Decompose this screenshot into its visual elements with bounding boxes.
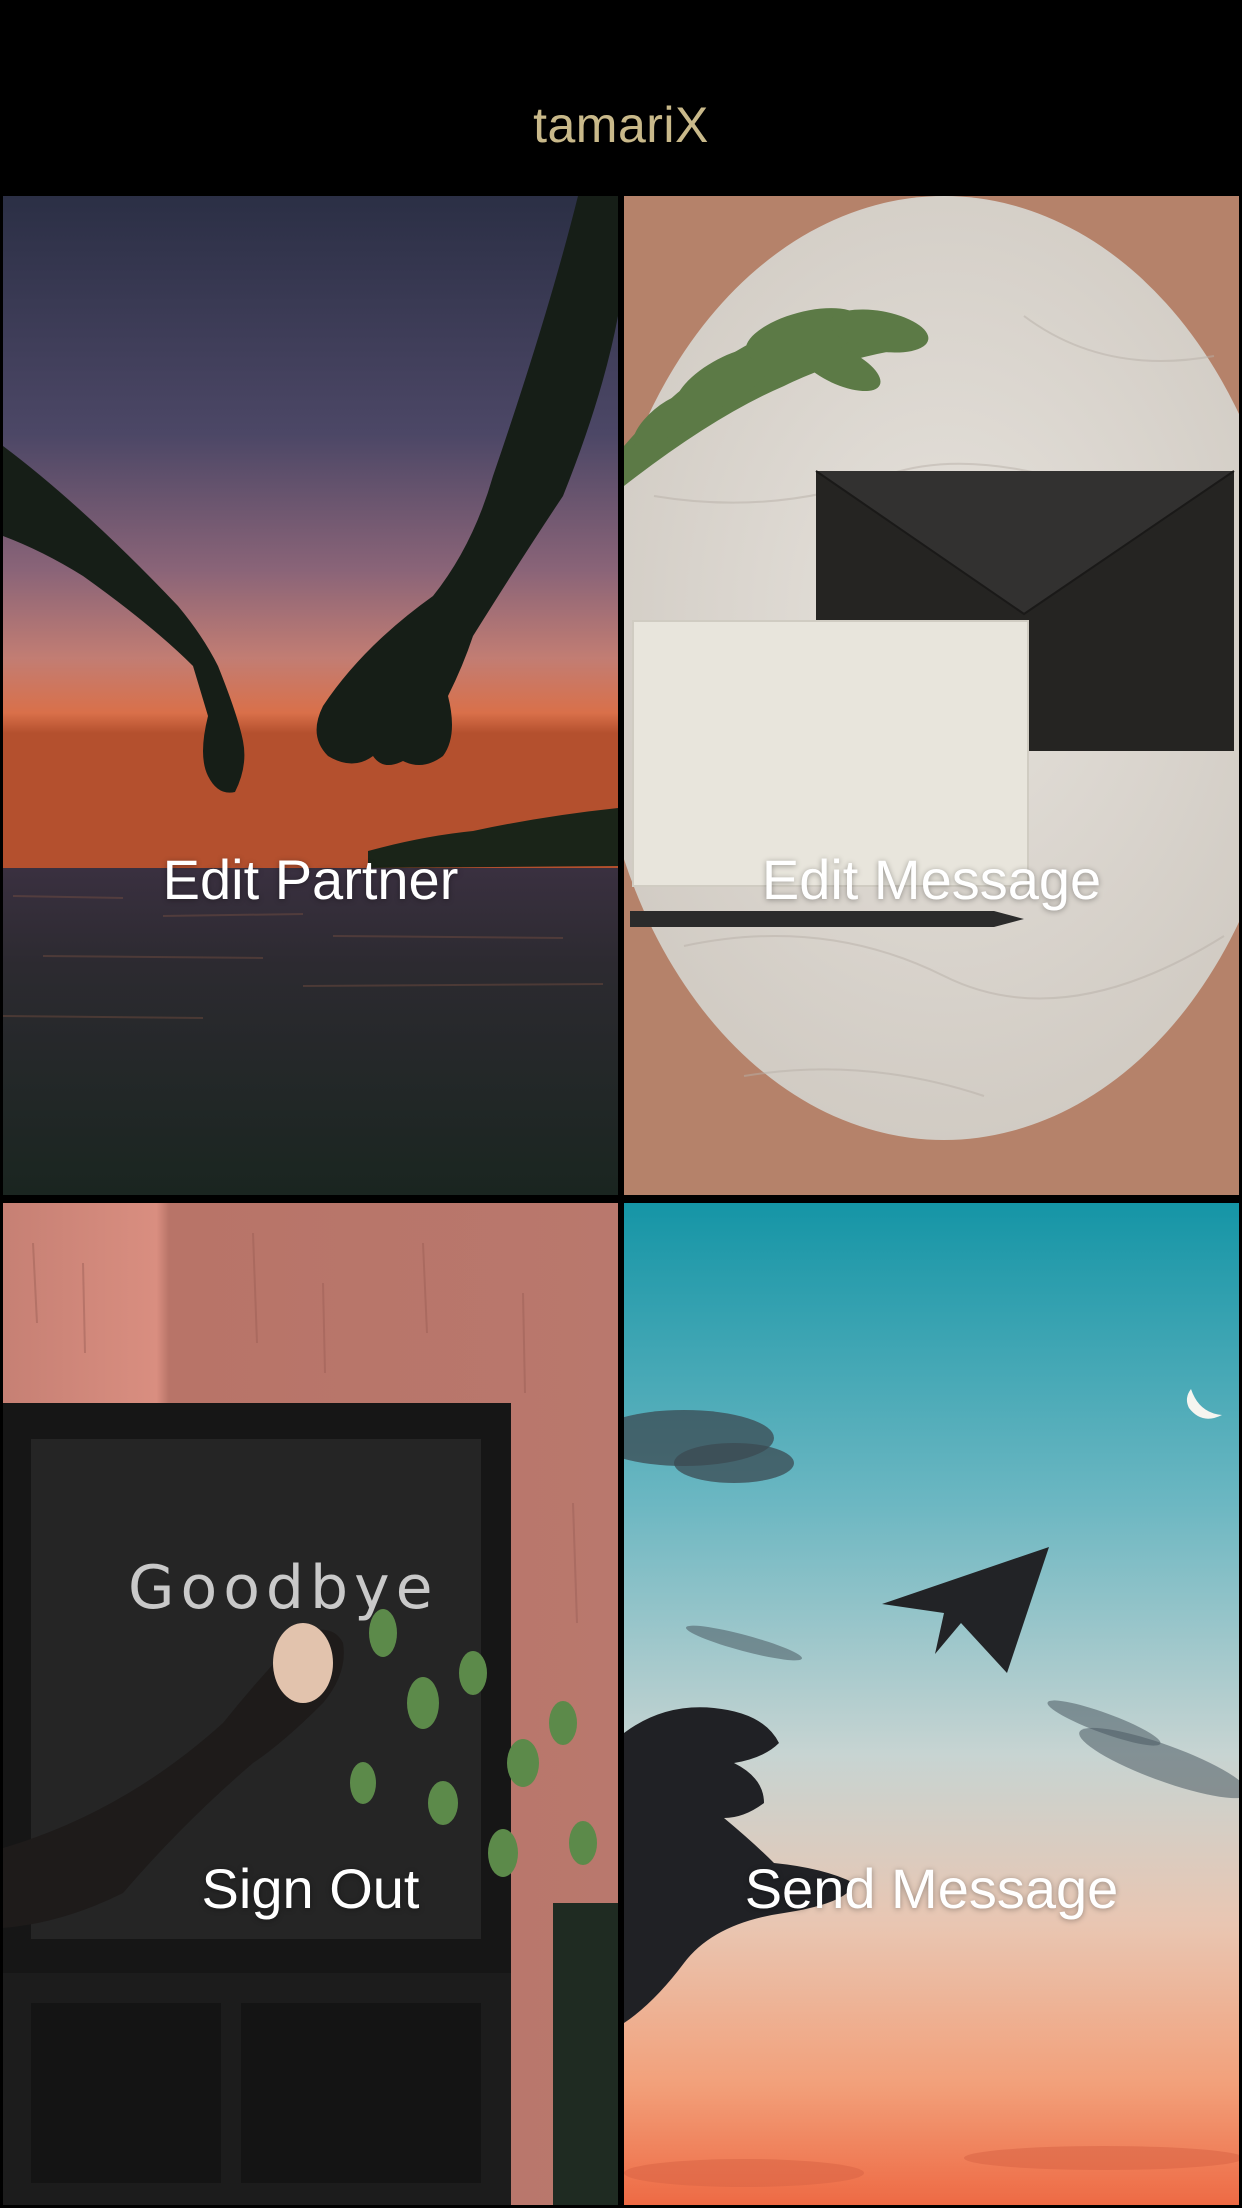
holding-hands-sunset-image bbox=[3, 196, 618, 1195]
envelope-letter-image bbox=[624, 196, 1239, 1195]
goodbye-chalk-text: Goodbye bbox=[128, 1553, 439, 1623]
paper-plane-sky-image bbox=[624, 1203, 1239, 2205]
edit-message-tile[interactable]: Edit Message bbox=[624, 196, 1239, 1195]
edit-partner-tile[interactable]: Edit Partner bbox=[3, 196, 618, 1195]
send-message-tile[interactable]: Send Message bbox=[624, 1203, 1239, 2205]
goodbye-chalkboard-image: Goodbye bbox=[3, 1203, 618, 2205]
app-header: tamariX bbox=[0, 0, 1242, 194]
sign-out-tile[interactable]: Goodbye Sign Out bbox=[3, 1203, 618, 2205]
app-title: tamariX bbox=[533, 97, 709, 153]
